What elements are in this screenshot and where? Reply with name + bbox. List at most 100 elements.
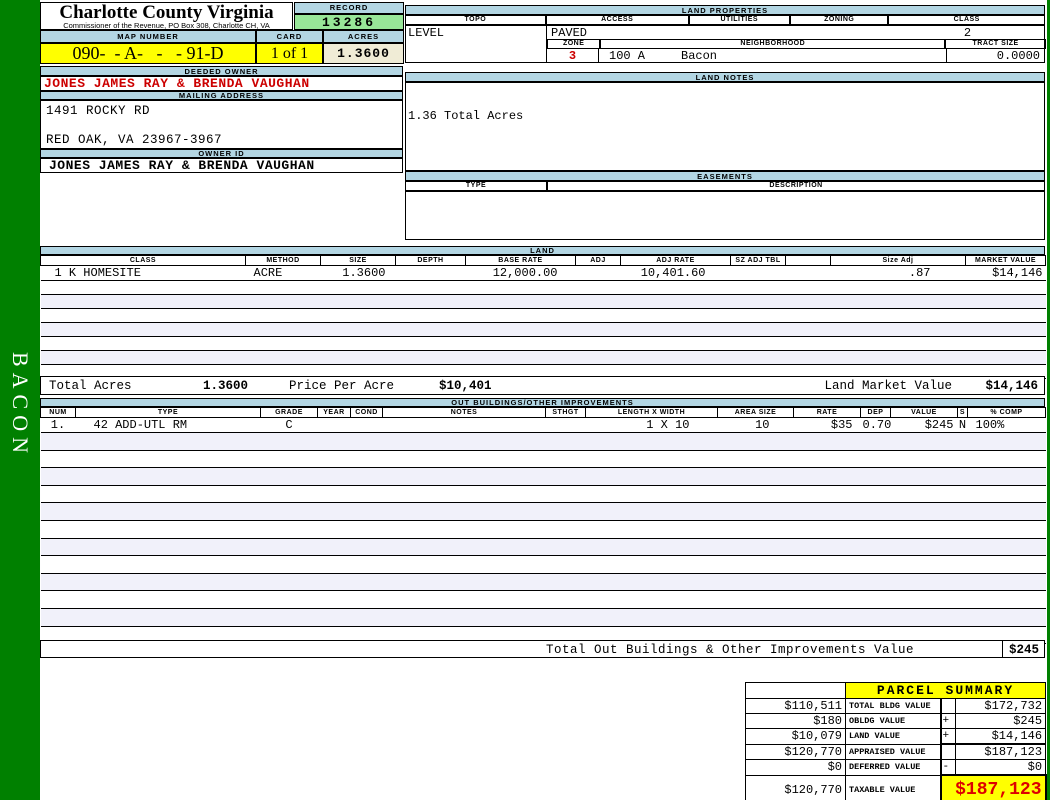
- office-line: Commissioner of the Revenue, PO Box 308,…: [63, 21, 270, 30]
- ps-blank-cell: [745, 682, 846, 699]
- ps-row-label: TOTAL BLDG VALUE: [845, 698, 941, 714]
- land-col-size-adj: Size Adj: [830, 255, 966, 266]
- access-value: PAVED: [551, 26, 588, 40]
- empty-row: [40, 555, 1046, 574]
- deeded-owner-value: JONES JAMES RAY & BRENDA VAUGHAN: [40, 76, 403, 91]
- taxable-value-label: TAXABLE VALUE: [845, 774, 941, 800]
- land-col-size: SIZE: [320, 255, 396, 266]
- empty-row: [40, 519, 1046, 539]
- ps-row-label: LAND VALUE: [845, 728, 941, 745]
- empty-row: [40, 502, 1046, 521]
- ob-grade-cell: C: [260, 417, 318, 433]
- ob-area-size-cell: 10: [717, 417, 794, 433]
- ob-col-pct-comp: % COMP: [967, 407, 1046, 418]
- land-properties-header-row: TOPO ACCESS UTILITIES ZONING CLASS: [405, 15, 1045, 25]
- ob-cond-cell: [350, 417, 383, 433]
- map-number-label: MAP NUMBER: [40, 30, 256, 43]
- ps-op: [939, 698, 956, 714]
- ob-col-cond: COND: [350, 407, 383, 418]
- ps-value: $14,146: [954, 728, 1047, 745]
- acres-label: ACRES: [323, 30, 404, 43]
- record-label: RECORD: [294, 2, 404, 14]
- land-col-sz-adj-tbl: SZ ADJ TBL: [730, 255, 786, 266]
- county-name: Charlotte County Virginia: [59, 2, 274, 23]
- empty-row: [40, 572, 1046, 592]
- ps-op: +: [939, 728, 956, 745]
- land-col-method: METHOD: [245, 255, 321, 266]
- ob-notes-cell: [382, 417, 546, 433]
- empty-row: [40, 449, 1046, 469]
- ps-row-land: $10,079 LAND VALUE + $14,146: [745, 728, 1047, 745]
- empty-row: [40, 590, 1046, 609]
- ps-value: $245: [954, 713, 1047, 729]
- ob-rate-cell: $35: [793, 417, 861, 433]
- easements-header-row: TYPE DESCRIPTION: [405, 181, 1045, 191]
- ob-col-length-width: LENGTH X WIDTH: [585, 407, 718, 418]
- land-header-row: CLASS METHOD SIZE DEPTH BASE RATE ADJ AD…: [40, 255, 1046, 266]
- ob-num-cell: 1.: [40, 417, 76, 433]
- land-sz-adj-tbl-cell: [730, 265, 786, 281]
- parcel-summary-title: PARCEL SUMMARY: [844, 682, 1047, 699]
- zone-header: ZONE: [547, 39, 601, 49]
- easements-box: [405, 191, 1045, 240]
- ob-col-sthgt: STHGT: [545, 407, 586, 418]
- ob-year-cell: [317, 417, 351, 433]
- empty-row: [40, 336, 1046, 351]
- out-buildings-header-row: NUM TYPE GRADE YEAR COND NOTES STHGT LEN…: [40, 407, 1046, 418]
- empty-row: [40, 308, 1046, 323]
- land-class-cell: 1 K HOMESITE: [40, 265, 246, 281]
- ob-value-cell: $245: [890, 417, 958, 433]
- land-col-adj-rate: ADJ RATE: [620, 255, 731, 266]
- land-col-base-rate: BASE RATE: [465, 255, 576, 266]
- ps-prior-value: $10,079: [745, 728, 846, 745]
- ps-row-label: APPRAISED VALUE: [845, 743, 941, 760]
- land-size-adj-cell: .87: [830, 265, 966, 281]
- empty-row: [40, 350, 1046, 365]
- empty-row: [40, 322, 1046, 337]
- ob-col-rate: RATE: [793, 407, 861, 418]
- owner-id-label: OWNER ID: [40, 149, 403, 158]
- address-line-2: RED OAK, VA 23967-3967: [46, 133, 223, 147]
- ps-row-total-bldg: $110,511 TOTAL BLDG VALUE $172,732: [745, 698, 1047, 714]
- access-header: ACCESS: [545, 15, 689, 25]
- land-adj-cell: [575, 265, 621, 281]
- easements-title: EASEMENTS: [405, 171, 1045, 181]
- ps-prior-value: $110,511: [745, 698, 846, 714]
- ps-prior-value: $120,770: [745, 774, 846, 800]
- record-number: 13286: [294, 14, 404, 30]
- ob-col-area-size: AREA SIZE: [717, 407, 794, 418]
- land-market-value-total: $14,146: [985, 379, 1038, 393]
- out-buildings-total-row: Total Out Buildings & Other Improvements…: [40, 640, 1045, 658]
- land-blank-cell: [785, 265, 831, 281]
- total-acres-value: 1.3600: [203, 379, 249, 393]
- land-properties-title: LAND PROPERTIES: [405, 5, 1045, 15]
- land-col-blank: [785, 255, 831, 266]
- ps-op: -: [939, 759, 956, 776]
- ps-row-deferred: $0 DEFERRED VALUE - $0: [745, 759, 1047, 776]
- ps-op: +: [939, 713, 956, 729]
- ob-col-dep: DEP: [860, 407, 891, 418]
- ob-type-cell: 42 ADD-UTL RM: [75, 417, 261, 433]
- land-notes-title: LAND NOTES: [405, 72, 1045, 82]
- land-col-adj: ADJ: [575, 255, 621, 266]
- zone-value: 3: [547, 49, 599, 63]
- ob-length-width-cell: 1 X 10: [585, 417, 718, 433]
- topo-header: TOPO: [405, 15, 546, 25]
- ob-col-year: YEAR: [317, 407, 351, 418]
- empty-row: [40, 294, 1046, 309]
- neighborhood-code: 100 A: [609, 49, 646, 63]
- out-buildings-total-label: Total Out Buildings & Other Improvements…: [546, 643, 915, 657]
- easement-description-header: DESCRIPTION: [547, 181, 1045, 191]
- ob-col-s: S: [957, 407, 968, 418]
- land-title: LAND: [40, 246, 1045, 255]
- ps-value: $0: [954, 759, 1047, 776]
- land-notes-box: 1.36 Total Acres: [405, 82, 1045, 171]
- mailing-address-label: MAILING ADDRESS: [40, 91, 403, 100]
- land-table: CLASS METHOD SIZE DEPTH BASE RATE ADJ AD…: [40, 255, 1046, 379]
- price-per-acre-value: $10,401: [439, 379, 492, 393]
- land-market-value-label: Land Market Value: [824, 379, 952, 393]
- ob-sthgt-cell: [545, 417, 586, 433]
- neighborhood-name: Bacon: [681, 49, 718, 63]
- tract-size-value: 0.0000: [946, 49, 1046, 63]
- neighborhood-header: NEIGHBORHOOD: [600, 39, 946, 49]
